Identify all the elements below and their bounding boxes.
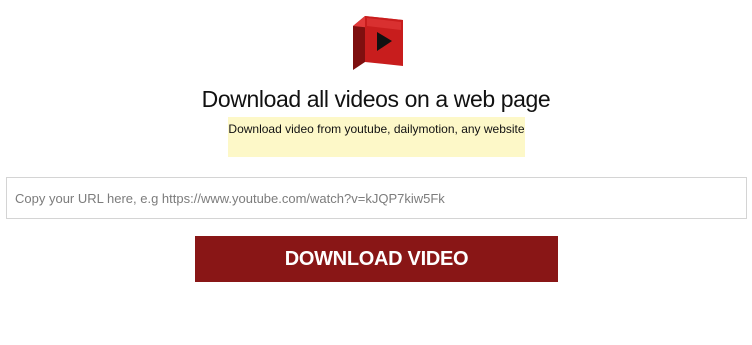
play-box-icon: [347, 6, 409, 76]
page-title: Download all videos on a web page: [201, 86, 551, 112]
download-video-button[interactable]: DOWNLOAD VIDEO: [195, 236, 558, 282]
url-input[interactable]: [6, 177, 747, 219]
subtitle-banner: Download video from youtube, dailymotion…: [228, 117, 525, 157]
page: Download all videos on a web page Downlo…: [0, 0, 752, 345]
